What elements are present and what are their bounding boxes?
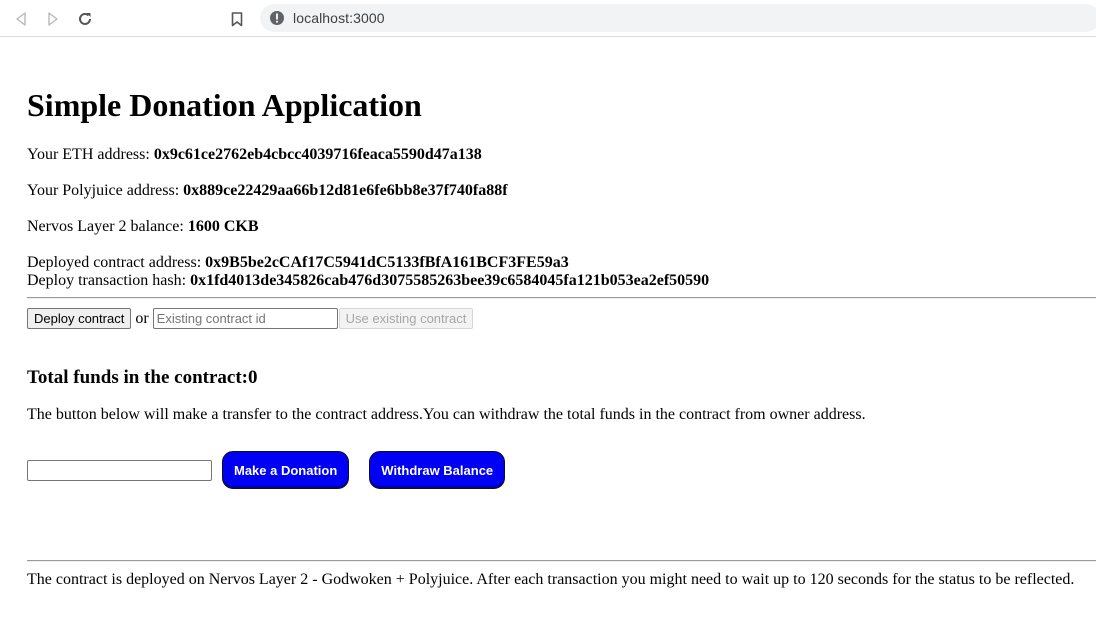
balance-line: Nervos Layer 2 balance: 1600 CKB	[27, 218, 258, 236]
back-arrow-icon[interactable]	[11, 9, 31, 29]
address-bar[interactable]: localhost:3000	[260, 4, 1096, 32]
existing-contract-input[interactable]	[152, 308, 338, 329]
donation-controls: Make a Donation Withdraw Balance	[27, 450, 506, 490]
or-text: or	[135, 309, 149, 327]
deployed-contract-label: Deployed contract address:	[27, 254, 206, 271]
transfer-description: The button below will make a transfer to…	[27, 406, 866, 423]
footer-divider	[27, 560, 1096, 562]
make-donation-button[interactable]: Make a Donation	[222, 451, 350, 489]
deploy-controls: Deploy contract or Use existing contract	[27, 308, 474, 329]
polyjuice-address-label: Your Polyjuice address:	[27, 182, 184, 199]
url-text: localhost:3000	[293, 10, 385, 26]
bookmark-icon[interactable]	[227, 9, 247, 29]
polyjuice-address-value: 0x889ce22429aa66b12d81e6fe6bb8e37f740fa8…	[183, 182, 508, 199]
donation-amount-input[interactable]	[27, 459, 212, 481]
total-funds-heading: Total funds in the contract:0	[27, 367, 258, 388]
footer-note: The contract is deployed on Nervos Layer…	[27, 571, 1075, 588]
deploy-tx-label: Deploy transaction hash:	[27, 272, 191, 289]
reload-icon[interactable]	[75, 9, 95, 29]
balance-label: Nervos Layer 2 balance:	[27, 218, 188, 235]
deploy-tx-value: 0x1fd4013de345826cab476d3075585263bee39c…	[190, 272, 710, 289]
withdraw-balance-button[interactable]: Withdraw Balance	[369, 451, 506, 489]
eth-address-label: Your ETH address:	[27, 146, 154, 163]
info-icon[interactable]	[269, 10, 285, 26]
eth-address-line: Your ETH address: 0x9c61ce2762eb4cbcc403…	[27, 146, 482, 164]
deploy-contract-button[interactable]: Deploy contract	[27, 308, 132, 329]
deployed-contract-value: 0x9B5be2cCAf17C5941dC5133fBfA161BCF3FE59…	[205, 254, 569, 271]
page-title: Simple Donation Application	[27, 87, 422, 123]
browser-toolbar: localhost:3000	[0, 0, 1096, 37]
balance-value: 1600 CKB	[187, 218, 259, 235]
polyjuice-address-line: Your Polyjuice address: 0x889ce22429aa66…	[27, 182, 508, 200]
forward-arrow-icon[interactable]	[43, 9, 63, 29]
use-existing-contract-button[interactable]: Use existing contract	[338, 308, 474, 329]
deployed-contract-line: Deployed contract address: 0x9B5be2cCAf1…	[27, 254, 569, 272]
deploy-tx-line: Deploy transaction hash: 0x1fd4013de3458…	[27, 272, 709, 290]
divider	[27, 297, 1096, 299]
eth-address-value: 0x9c61ce2762eb4cbcc4039716feaca5590d47a1…	[153, 146, 482, 163]
